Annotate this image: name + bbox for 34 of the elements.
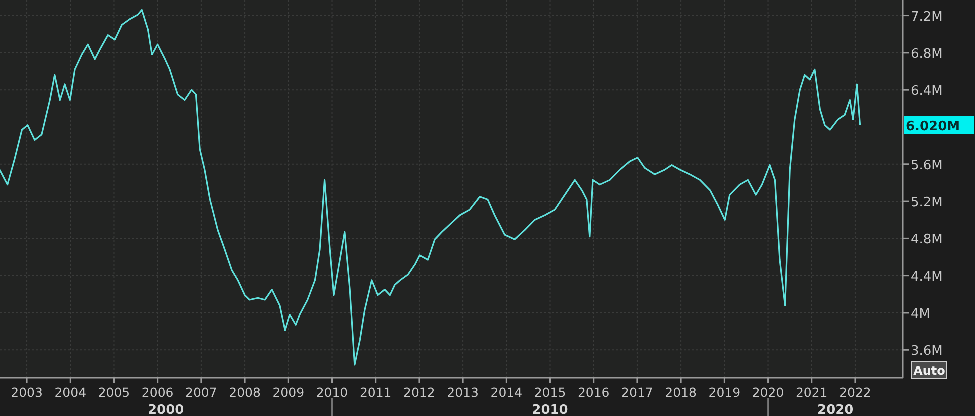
axis-label: 2022 xyxy=(840,385,872,400)
axis-label: 2018 xyxy=(665,385,697,400)
axis-label: 2003 xyxy=(11,385,43,400)
axis-label: 2020 xyxy=(752,385,784,400)
axis-label: 5.2M xyxy=(911,196,943,211)
axis-label: 3.6M xyxy=(911,344,943,360)
axis-label: 7.2M xyxy=(911,10,943,25)
axis-label: 2005 xyxy=(98,385,130,400)
axis-label: 2013 xyxy=(447,385,479,400)
axis-label: 2021 xyxy=(796,385,828,400)
axis-label: 4.8M xyxy=(911,232,943,248)
axis-label: 2010 xyxy=(316,385,348,400)
axis-label: 2020 xyxy=(818,403,854,416)
axis-label: 5.6M xyxy=(911,158,943,174)
axis-label: 2015 xyxy=(534,385,566,400)
axis-label: 4M xyxy=(911,307,930,322)
axis-label: 6.4M xyxy=(911,84,943,100)
axis-label: 2017 xyxy=(622,385,654,400)
auto-button[interactable]: Auto xyxy=(912,362,948,380)
axis-label: 2008 xyxy=(229,385,261,400)
axis-label: 2006 xyxy=(142,385,174,400)
axis-label: 2007 xyxy=(186,385,218,400)
axis-label: 2011 xyxy=(360,385,392,400)
axis-label: 4.4M xyxy=(911,270,943,285)
axis-label: 6.8M xyxy=(911,46,943,62)
axis-label: 2009 xyxy=(272,385,305,400)
axis-label: 2000 xyxy=(148,403,184,416)
axis-label: 2019 xyxy=(708,385,741,400)
axis-label: 2012 xyxy=(404,385,436,400)
axis-label: 2016 xyxy=(578,385,610,400)
axis-label: 2010 xyxy=(532,403,568,416)
axis-label: 2014 xyxy=(490,385,523,400)
last-value-tag: 6.020M xyxy=(904,116,974,134)
axis-label: 2004 xyxy=(54,385,87,400)
